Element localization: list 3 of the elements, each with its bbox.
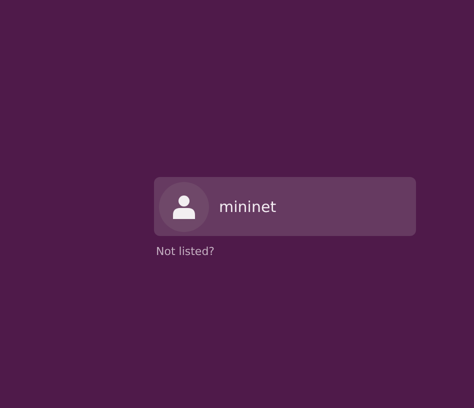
user-entry[interactable]: mininet (154, 177, 416, 236)
avatar-icon (159, 182, 209, 232)
not-listed-link[interactable]: Not listed? (154, 245, 215, 258)
